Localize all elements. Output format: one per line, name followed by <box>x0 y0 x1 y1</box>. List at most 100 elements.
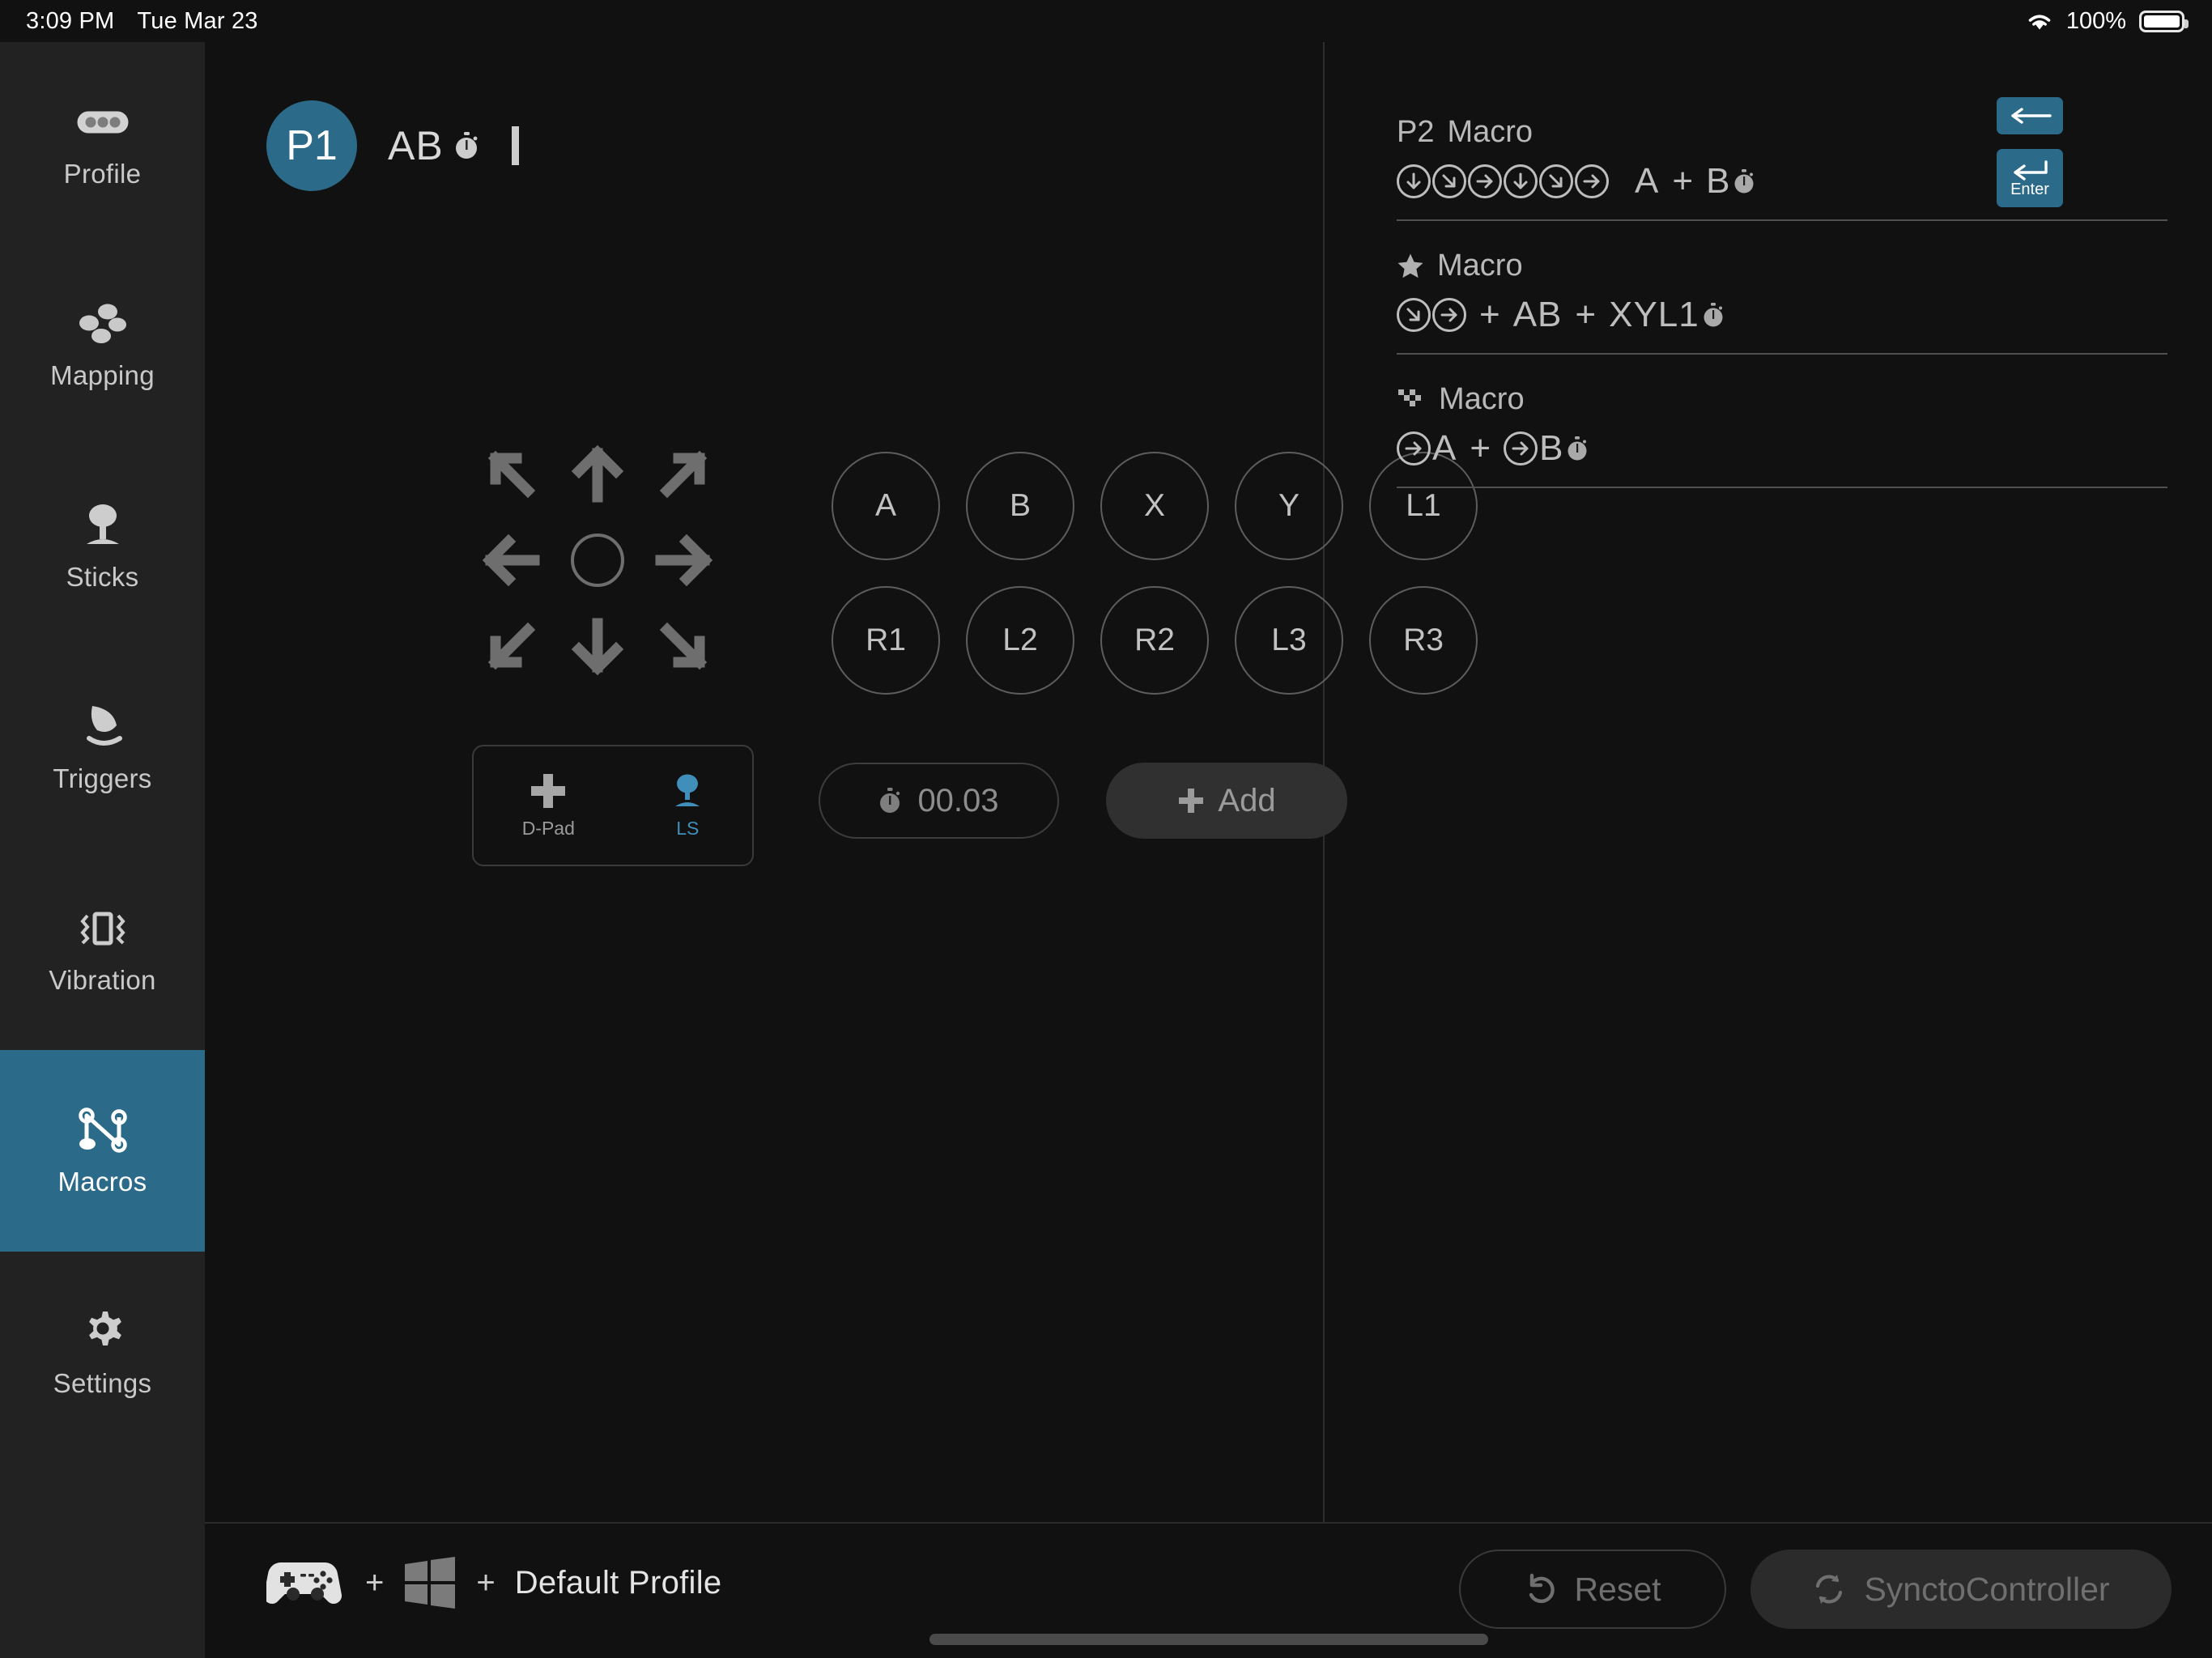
controller-button-r1[interactable]: R1 <box>832 586 940 695</box>
dpad-down[interactable] <box>555 603 641 690</box>
button-cell[interactable]: L3 <box>1222 573 1356 708</box>
separator-plus: + <box>476 1565 495 1601</box>
stopwatch-icon <box>878 787 903 814</box>
button-cell[interactable]: B <box>953 439 1087 573</box>
reset-button[interactable]: Reset <box>1459 1550 1726 1629</box>
circled-arrow-right-icon <box>1468 164 1502 198</box>
sidebar-item-triggers[interactable]: Triggers <box>0 647 205 848</box>
sidebar-item-label: Mapping <box>50 360 155 391</box>
button-cell[interactable]: A <box>819 439 953 573</box>
button-grid: A B X Y L1 R1 L2 R2 L3 R3 <box>819 439 1491 708</box>
current-sequence-text: AB <box>388 122 444 169</box>
main-content: P1 AB <box>205 42 2212 1522</box>
button-cell[interactable]: L2 <box>953 573 1087 708</box>
status-time: 3:09 PM <box>26 8 114 35</box>
status-bar-right: 100% <box>2026 8 2184 35</box>
dpad-up-left[interactable] <box>468 431 555 517</box>
controller-button-b[interactable]: B <box>966 452 1074 560</box>
separator-plus: + <box>365 1565 384 1601</box>
mapping-dots-icon <box>77 299 129 349</box>
sidebar-item-profile[interactable]: Profile <box>0 42 205 244</box>
controller-button-x[interactable]: X <box>1100 452 1209 560</box>
dpad-down-right[interactable] <box>640 603 727 690</box>
bottom-bar-actions: Reset SynctoController <box>1459 1550 2172 1629</box>
gamepad-icon[interactable] <box>266 1554 346 1611</box>
sidebar-item-mapping[interactable]: Mapping <box>0 244 205 445</box>
macro-editor-header: P1 AB <box>266 100 519 191</box>
macro-list-item[interactable]: Macro + AB + XYL1 <box>1397 249 2167 355</box>
circled-arrow-down-right-icon <box>1432 164 1466 198</box>
stopwatch-icon <box>1703 302 1725 328</box>
circled-arrow-right-icon <box>1397 432 1431 466</box>
sequence-button-label: A <box>1432 428 1457 469</box>
dpad-neutral[interactable] <box>555 517 641 604</box>
status-bar-left: 3:09 PM Tue Mar 23 <box>26 8 258 35</box>
controller-button-r2[interactable]: R2 <box>1100 586 1209 695</box>
add-button-label: Add <box>1218 783 1275 819</box>
sync-button-label: SynctoController <box>1864 1571 2109 1609</box>
delay-timer-value: 00.03 <box>917 783 998 819</box>
dpad-right[interactable] <box>640 517 727 604</box>
button-cell[interactable]: R3 <box>1356 573 1491 708</box>
bottom-bar: + + Default Profile <box>205 1522 2212 1658</box>
sequence-button-label: A <box>1635 161 1659 202</box>
add-button[interactable]: Add <box>1106 763 1347 839</box>
controller-button-l2[interactable]: L2 <box>966 586 1074 695</box>
dpad-up-right[interactable] <box>640 431 727 517</box>
text-caret <box>512 126 519 165</box>
undo-icon <box>1524 1572 1558 1606</box>
pad-source-ls[interactable]: LS <box>671 772 704 840</box>
app-root: 3:09 PM Tue Mar 23 100% <box>0 0 2212 1658</box>
windows-logo-icon[interactable] <box>403 1556 457 1609</box>
profile-name[interactable]: Default Profile <box>515 1565 722 1601</box>
button-cell[interactable]: R1 <box>819 573 953 708</box>
editor-actions: 00.03 Add <box>819 763 1347 839</box>
sidebar: Profile Mapping Sticks <box>0 42 205 1658</box>
sequence-button-label: B <box>1539 428 1563 469</box>
dpad-up[interactable] <box>555 431 641 517</box>
dpad-cross-icon <box>530 772 567 810</box>
sidebar-item-sticks[interactable]: Sticks <box>0 445 205 647</box>
pad-source-dpad[interactable]: D-Pad <box>522 772 575 840</box>
checkered-flag-icon <box>1397 388 1426 412</box>
circled-arrow-down-right-icon <box>1397 298 1431 332</box>
macro-sequence: + AB + XYL1 <box>1397 295 2167 335</box>
controller-button-y[interactable]: Y <box>1235 452 1343 560</box>
pad-source-selector: D-Pad LS <box>472 745 754 866</box>
circled-arrow-right-icon <box>1575 164 1609 198</box>
sidebar-item-label: Vibration <box>49 965 155 996</box>
macro-player-tag: P2 <box>1397 115 1434 150</box>
wifi-icon <box>2026 11 2053 32</box>
sync-to-controller-button[interactable]: SynctoController <box>1750 1550 2172 1629</box>
controller-button-a[interactable]: A <box>832 452 940 560</box>
star-icon <box>1397 253 1424 279</box>
direction-pad <box>468 431 727 690</box>
macros-node-icon <box>77 1105 129 1155</box>
player-badge[interactable]: P1 <box>266 100 357 191</box>
vibration-icon <box>74 903 131 954</box>
macro-header: Macro <box>1397 382 2167 417</box>
dpad-left[interactable] <box>468 517 555 604</box>
controller-button-r3[interactable]: R3 <box>1369 586 1478 695</box>
circled-arrow-down-right-icon <box>1539 164 1573 198</box>
macro-list: P2 Macro <box>1397 115 2167 516</box>
circled-arrow-right-icon <box>1432 298 1466 332</box>
macro-list-item[interactable]: Macro A + B <box>1397 382 2167 488</box>
sidebar-item-settings[interactable]: Settings <box>0 1252 205 1453</box>
delay-timer-field[interactable]: 00.03 <box>819 763 1059 839</box>
controller-button-l3[interactable]: L3 <box>1235 586 1343 695</box>
sequence-plus: + <box>1672 161 1693 202</box>
status-bar: 3:09 PM Tue Mar 23 100% <box>0 0 2212 42</box>
sidebar-item-vibration[interactable]: Vibration <box>0 848 205 1050</box>
trigger-icon <box>79 702 126 752</box>
home-indicator <box>929 1634 1488 1645</box>
button-cell[interactable]: R2 <box>1087 573 1222 708</box>
macro-list-item[interactable]: P2 Macro <box>1397 115 2167 221</box>
button-cell[interactable]: X <box>1087 439 1222 573</box>
macro-title: Macro <box>1437 249 1523 283</box>
sidebar-item-macros[interactable]: Macros <box>0 1050 205 1252</box>
sidebar-item-label: Triggers <box>53 763 151 794</box>
battery-percent: 100% <box>2066 8 2126 35</box>
dpad-down-left[interactable] <box>468 603 555 690</box>
button-cell[interactable]: Y <box>1222 439 1356 573</box>
